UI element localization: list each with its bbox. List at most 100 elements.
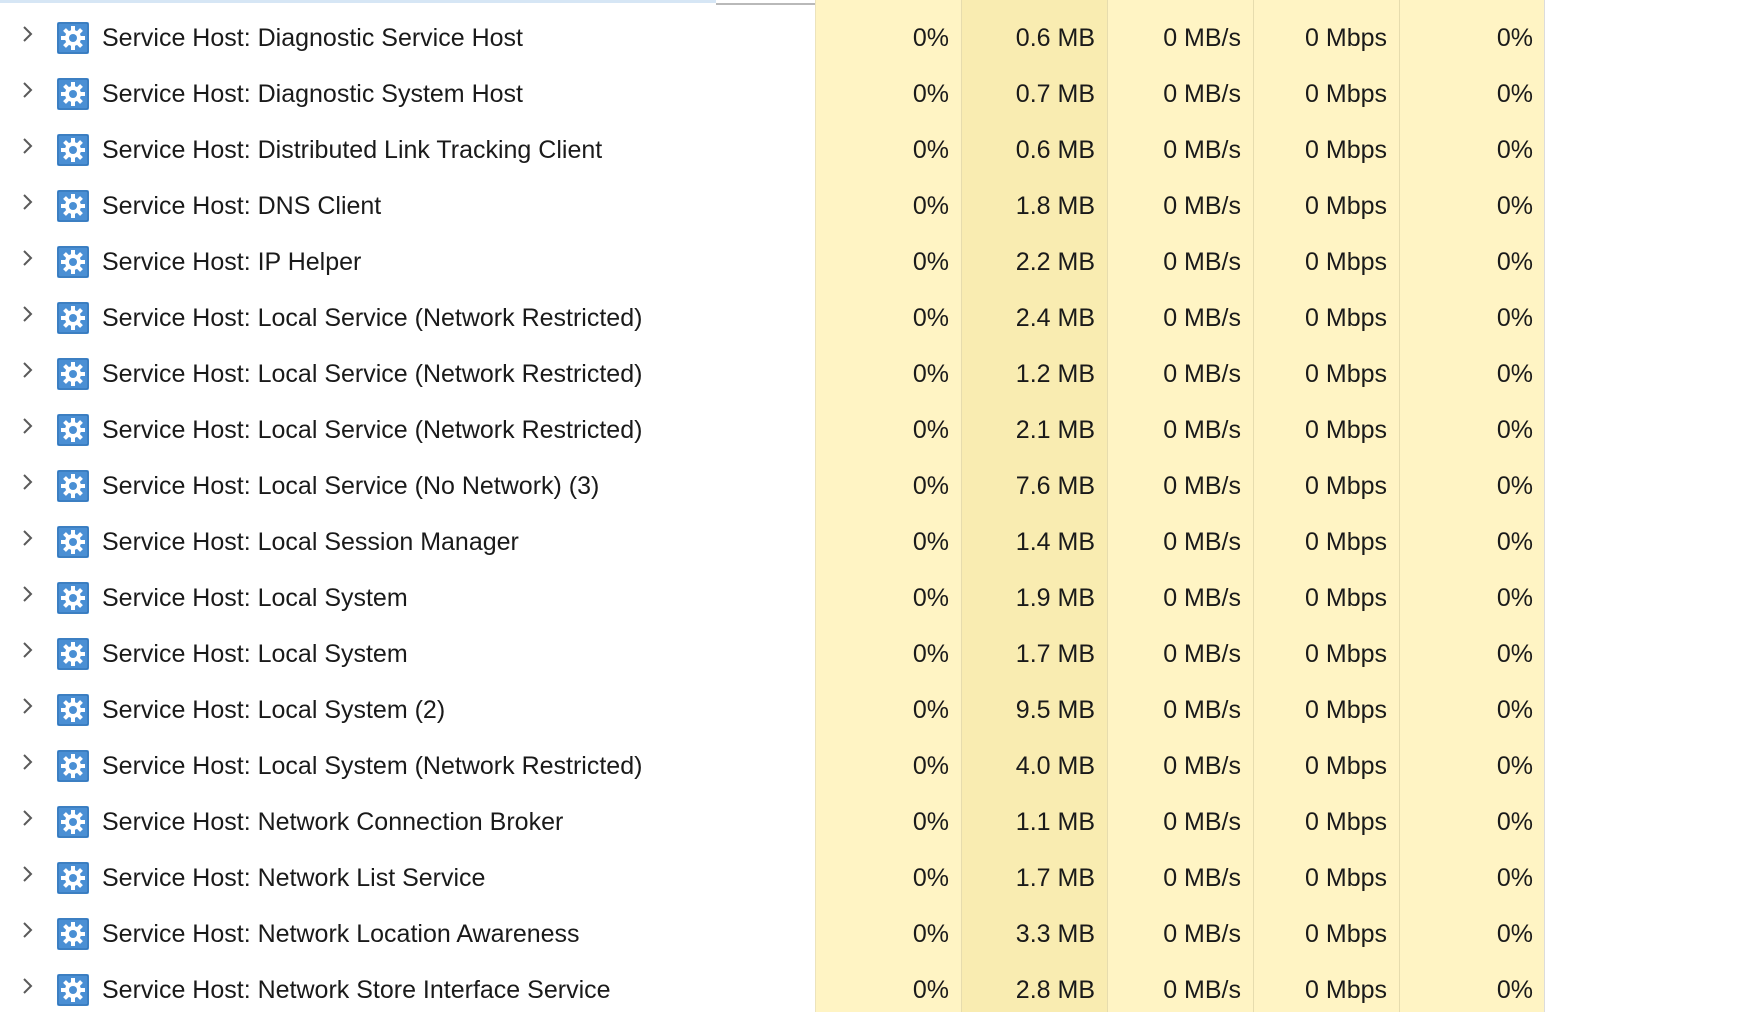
gear-icon <box>57 358 89 390</box>
disk-value: 0 MB/s <box>1163 248 1241 276</box>
gear-icon <box>57 246 89 278</box>
network-value: 0 Mbps <box>1305 248 1387 276</box>
process-row[interactable]: Service Host: Local System 0% 1.7 MB 0 M… <box>0 626 1739 682</box>
cpu-value: 0% <box>912 360 949 388</box>
process-row[interactable]: Service Host: Diagnostic Service Host 0%… <box>0 10 1739 66</box>
memory-value: 2.2 MB <box>1015 248 1095 276</box>
chevron-right-icon[interactable] <box>18 304 38 324</box>
cpu-value: 0% <box>912 24 949 52</box>
gpu-value: 0% <box>1496 752 1533 780</box>
process-row[interactable]: Service Host: Local System 0% 1.9 MB 0 M… <box>0 570 1739 626</box>
memory-value: 2.4 MB <box>1015 304 1095 332</box>
chevron-right-icon[interactable] <box>18 976 38 996</box>
process-row[interactable]: Service Host: Network Location Awareness… <box>0 906 1739 962</box>
gear-icon <box>57 806 89 838</box>
process-name: Service Host: Local Session Manager <box>102 528 519 556</box>
network-value: 0 Mbps <box>1305 24 1387 52</box>
process-row[interactable]: Service Host: Network List Service 0% 1.… <box>0 850 1739 906</box>
gear-icon <box>57 862 89 894</box>
memory-value: 1.1 MB <box>1015 808 1095 836</box>
gpu-value: 0% <box>1496 472 1533 500</box>
chevron-right-icon[interactable] <box>18 360 38 380</box>
network-value: 0 Mbps <box>1305 136 1387 164</box>
disk-value: 0 MB/s <box>1163 528 1241 556</box>
process-name: Service Host: IP Helper <box>102 248 362 276</box>
gpu-value: 0% <box>1496 416 1533 444</box>
process-row[interactable]: Service Host: Local Service (Network Res… <box>0 290 1739 346</box>
cpu-value: 0% <box>912 304 949 332</box>
disk-value: 0 MB/s <box>1163 136 1241 164</box>
gpu-value: 0% <box>1496 640 1533 668</box>
process-name: Service Host: Local Service (No Network)… <box>102 472 600 500</box>
memory-value: 1.7 MB <box>1015 640 1095 668</box>
gear-icon <box>57 22 89 54</box>
memory-value: 2.1 MB <box>1015 416 1095 444</box>
chevron-right-icon[interactable] <box>18 136 38 156</box>
gpu-value: 0% <box>1496 136 1533 164</box>
cpu-value: 0% <box>912 416 949 444</box>
network-value: 0 Mbps <box>1305 416 1387 444</box>
process-row[interactable]: Service Host: Network Store Interface Se… <box>0 962 1739 1018</box>
chevron-right-icon[interactable] <box>18 528 38 548</box>
chevron-right-icon[interactable] <box>18 920 38 940</box>
gear-icon <box>57 750 89 782</box>
disk-value: 0 MB/s <box>1163 304 1241 332</box>
chevron-right-icon[interactable] <box>18 864 38 884</box>
chevron-right-icon[interactable] <box>18 248 38 268</box>
process-row[interactable]: Service Host: Local Session Manager 0% 1… <box>0 514 1739 570</box>
process-row[interactable]: Service Host: Network Connection Broker … <box>0 794 1739 850</box>
process-name: Service Host: Local Service (Network Res… <box>102 360 643 388</box>
cpu-value: 0% <box>912 192 949 220</box>
gpu-value: 0% <box>1496 808 1533 836</box>
process-row[interactable]: Service Host: Local Service (Network Res… <box>0 402 1739 458</box>
gear-icon <box>57 526 89 558</box>
memory-value: 1.2 MB <box>1015 360 1095 388</box>
disk-value: 0 MB/s <box>1163 472 1241 500</box>
memory-value: 1.8 MB <box>1015 192 1095 220</box>
disk-value: 0 MB/s <box>1163 192 1241 220</box>
disk-value: 0 MB/s <box>1163 752 1241 780</box>
cpu-value: 0% <box>912 640 949 668</box>
disk-value: 0 MB/s <box>1163 80 1241 108</box>
process-name: Service Host: Local Service (Network Res… <box>102 416 643 444</box>
gear-icon <box>57 470 89 502</box>
network-value: 0 Mbps <box>1305 976 1387 1004</box>
process-row[interactable]: Service Host: Local Service (Network Res… <box>0 346 1739 402</box>
disk-value: 0 MB/s <box>1163 808 1241 836</box>
chevron-right-icon[interactable] <box>18 192 38 212</box>
cpu-value: 0% <box>912 864 949 892</box>
chevron-right-icon[interactable] <box>18 472 38 492</box>
process-row[interactable]: Service Host: DNS Client 0% 1.8 MB 0 MB/… <box>0 178 1739 234</box>
process-row[interactable]: Service Host: Local Service (No Network)… <box>0 458 1739 514</box>
memory-value: 3.3 MB <box>1015 920 1095 948</box>
cpu-value: 0% <box>912 976 949 1004</box>
chevron-right-icon[interactable] <box>18 808 38 828</box>
process-name: Service Host: Network Store Interface Se… <box>102 976 611 1004</box>
cpu-value: 0% <box>912 248 949 276</box>
disk-value: 0 MB/s <box>1163 584 1241 612</box>
gpu-value: 0% <box>1496 696 1533 724</box>
cpu-value: 0% <box>912 696 949 724</box>
process-row[interactable]: Service Host: IP Helper 0% 2.2 MB 0 MB/s… <box>0 234 1739 290</box>
network-value: 0 Mbps <box>1305 80 1387 108</box>
network-value: 0 Mbps <box>1305 864 1387 892</box>
process-name: Service Host: Diagnostic Service Host <box>102 24 523 52</box>
chevron-right-icon[interactable] <box>18 416 38 436</box>
cpu-value: 0% <box>912 808 949 836</box>
process-row[interactable]: Service Host: Local System (2) 0% 9.5 MB… <box>0 682 1739 738</box>
chevron-right-icon[interactable] <box>18 24 38 44</box>
memory-value: 2.8 MB <box>1015 976 1095 1004</box>
chevron-right-icon[interactable] <box>18 80 38 100</box>
chevron-right-icon[interactable] <box>18 584 38 604</box>
process-row[interactable]: Service Host: Diagnostic System Host 0% … <box>0 66 1739 122</box>
process-row[interactable]: Service Host: Local System (Network Rest… <box>0 738 1739 794</box>
gpu-value: 0% <box>1496 528 1533 556</box>
chevron-right-icon[interactable] <box>18 752 38 772</box>
network-value: 0 Mbps <box>1305 752 1387 780</box>
chevron-right-icon[interactable] <box>18 640 38 660</box>
process-name: Service Host: Local Service (Network Res… <box>102 304 643 332</box>
memory-value: 7.6 MB <box>1015 472 1095 500</box>
process-row[interactable]: Service Host: Distributed Link Tracking … <box>0 122 1739 178</box>
chevron-right-icon[interactable] <box>18 696 38 716</box>
process-name: Service Host: Local System (Network Rest… <box>102 752 643 780</box>
